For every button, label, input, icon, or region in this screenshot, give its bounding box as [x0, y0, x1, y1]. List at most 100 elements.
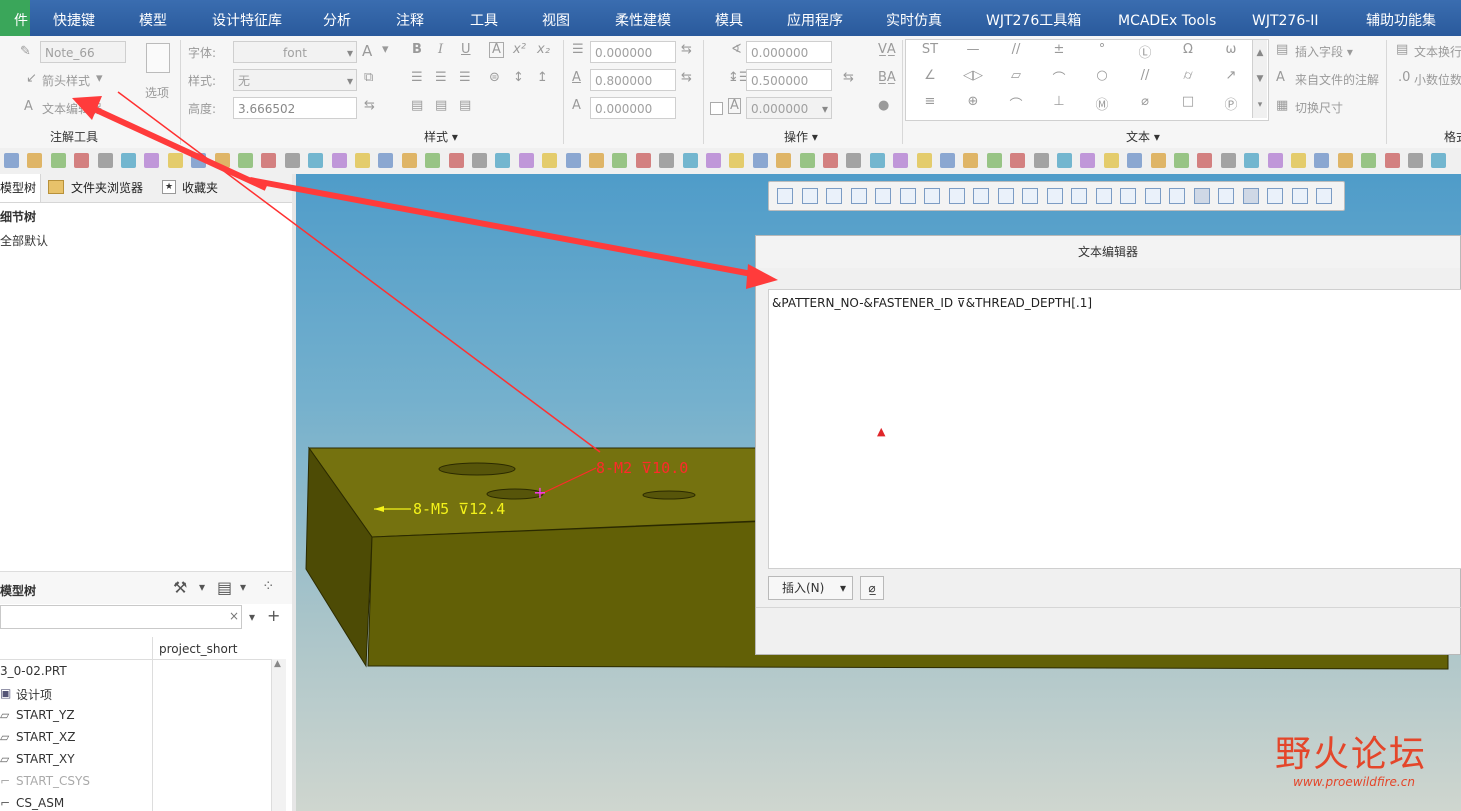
toolbar-tool-icon[interactable] — [1174, 153, 1189, 168]
boxed-button[interactable]: A — [489, 42, 504, 58]
toolbar-tool-icon[interactable] — [518, 153, 534, 168]
symbol-7[interactable]: ω — [1216, 42, 1246, 57]
chevron-down-icon[interactable]: ▾ — [199, 580, 205, 594]
symbol-22[interactable]: □ — [1173, 94, 1203, 109]
toggle-dim-button[interactable]: 切换尺寸 — [1295, 99, 1343, 116]
note-name-field[interactable]: Note_66 — [40, 41, 126, 63]
subscript-button[interactable]: x₂ — [537, 42, 550, 57]
symbol-4[interactable]: ° — [1087, 42, 1117, 57]
tab-folder-browser[interactable]: 文件夹浏览器 — [71, 179, 143, 196]
operation-extra-field[interactable]: 0.000000 — [746, 97, 832, 120]
toolbar-tool-icon[interactable] — [1057, 153, 1072, 168]
toolbar-tool-icon[interactable] — [659, 153, 675, 168]
tree-item-start-yz[interactable]: START_YZ — [16, 708, 75, 722]
toolbar-tool-icon[interactable] — [776, 153, 792, 168]
palette-icon[interactable]: ● — [878, 98, 889, 113]
symbol-16[interactable]: ≡ — [915, 94, 945, 109]
text-up-icon[interactable]: ↕ — [513, 70, 524, 85]
symbol-15[interactable]: ↗ — [1216, 68, 1246, 83]
menu-applications[interactable]: 应用程序 — [787, 0, 843, 36]
view-tool-icon[interactable] — [1095, 188, 1112, 204]
toolbar-tool-icon[interactable] — [167, 153, 183, 168]
text-rotate-icon[interactable]: ↥ — [537, 70, 548, 85]
valign-icon[interactable]: ⊜ — [489, 70, 500, 85]
menu-tools[interactable]: 工具 — [470, 0, 498, 36]
view-tool-icon[interactable] — [1169, 188, 1185, 204]
toolbar-tool-icon[interactable] — [635, 153, 651, 168]
toolbar-tool-icon[interactable] — [401, 153, 417, 168]
toolbar-tool-icon[interactable] — [963, 153, 979, 168]
swap-icon[interactable]: ⇆ — [681, 70, 692, 85]
toolbar-tool-icon[interactable] — [542, 153, 558, 168]
symbol-0[interactable]: ST — [915, 42, 945, 57]
menu-model[interactable]: 模型 — [139, 0, 167, 36]
view-tool-icon[interactable] — [777, 188, 793, 204]
toolbar-tool-icon[interactable] — [823, 153, 838, 168]
toolbar-tool-icon[interactable] — [238, 153, 253, 168]
toolbar-tool-icon[interactable] — [846, 153, 862, 168]
operations-group-title[interactable]: 操作 ▾ — [784, 128, 818, 145]
menu-design-feature-lib[interactable]: 设计特征库 — [212, 0, 282, 36]
insert-dropdown[interactable]: 插入(N) — [768, 576, 853, 600]
align-center-icon[interactable]: ☰ — [435, 70, 447, 85]
view-tool-icon[interactable] — [826, 188, 842, 204]
toolbar-tool-icon[interactable] — [1337, 153, 1353, 168]
symbol-button[interactable]: ⌀̲ — [860, 576, 884, 600]
symbol-17[interactable]: ⊕ — [958, 94, 988, 109]
menu-wjt276-ii[interactable]: WJT276-II — [1252, 0, 1319, 36]
tree-item-part[interactable]: 3_0-02.PRT — [0, 664, 67, 678]
tree-item-start-xy[interactable]: START_XY — [16, 752, 75, 766]
text-group-title[interactable]: 文本 ▾ — [1126, 128, 1160, 145]
menu-mold[interactable]: 模具 — [715, 0, 743, 36]
symbol-11[interactable]: ⌒ — [1044, 68, 1074, 87]
add-icon[interactable]: + — [267, 606, 280, 625]
view-tool-icon[interactable] — [1120, 188, 1136, 204]
symbol-13[interactable]: // — [1130, 68, 1160, 83]
mirror-checkbox[interactable] — [710, 102, 723, 115]
toolbar-tool-icon[interactable] — [682, 153, 698, 168]
toolbar-tool-icon[interactable] — [74, 153, 90, 168]
menu-aux-functions[interactable]: 辅助功能集 — [1366, 0, 1436, 36]
toolbar-tool-icon[interactable] — [589, 153, 604, 168]
toolbar-tool-icon[interactable] — [1244, 153, 1260, 168]
symbol-3[interactable]: ± — [1044, 42, 1074, 57]
line-spacing-field[interactable]: 0.000000 — [590, 41, 676, 63]
detail-tree-item[interactable]: 全部默认 — [0, 232, 48, 249]
toolbar-tool-icon[interactable] — [191, 153, 207, 168]
toolbar-tool-icon[interactable] — [1384, 153, 1400, 168]
toolbar-tool-icon[interactable] — [869, 153, 885, 168]
align-top-icon[interactable]: ▤ — [411, 98, 423, 113]
toolbar-tool-icon[interactable] — [799, 153, 815, 168]
view-tool-icon[interactable] — [875, 188, 891, 204]
text-color-icon[interactable]: A — [362, 42, 372, 60]
align-bottom-icon[interactable]: ▤ — [459, 98, 471, 113]
style-group-title[interactable]: 样式 ▾ — [424, 128, 458, 145]
superscript-button[interactable]: x² — [513, 42, 526, 57]
toolbar-tool-icon[interactable] — [893, 153, 909, 168]
view-tool-icon[interactable] — [1291, 188, 1308, 204]
menu-wjt276-toolbox[interactable]: WJT276工具箱 — [986, 0, 1081, 36]
tree-item-design-items[interactable]: 设计项 — [16, 686, 52, 703]
view-tool-icon[interactable] — [1193, 188, 1210, 204]
tree-item-start-csys[interactable]: START_CSYS — [16, 774, 90, 788]
toolbar-tool-icon[interactable] — [284, 153, 300, 168]
tab-favorites[interactable]: 收藏夹 — [182, 179, 218, 196]
symbol-5[interactable]: Ⓛ — [1130, 42, 1160, 61]
symbol-20[interactable]: Ⓜ — [1087, 94, 1117, 113]
dialog-text-area[interactable]: &PATTERN_NO-&FASTENER_ID ⊽&THREAD_DEPTH[… — [768, 289, 1461, 569]
toolbar-tool-icon[interactable] — [355, 153, 370, 168]
text-case-icon[interactable]: V̲A̲ — [878, 42, 896, 57]
toolbar-tool-icon[interactable] — [1080, 153, 1096, 168]
width-factor-field[interactable]: 0.800000 — [590, 69, 676, 91]
toolbar-tool-icon[interactable] — [729, 153, 745, 168]
toolbar-tool-icon[interactable] — [1033, 153, 1049, 168]
chevron-down-icon[interactable]: ▾ — [240, 580, 246, 594]
text-editor-button[interactable]: 文本编辑器 — [42, 100, 102, 117]
tree-scrollbar[interactable]: ▲ — [271, 659, 286, 811]
toolbar-tool-icon[interactable] — [612, 153, 628, 168]
menu-analysis[interactable]: 分析 — [323, 0, 351, 36]
menu-mcadex-tools[interactable]: MCADEx Tools — [1118, 0, 1216, 36]
toolbar-tool-icon[interactable] — [448, 153, 464, 168]
symbol-18[interactable]: ⌒ — [1001, 94, 1031, 113]
toolbar-tool-icon[interactable] — [97, 153, 113, 168]
